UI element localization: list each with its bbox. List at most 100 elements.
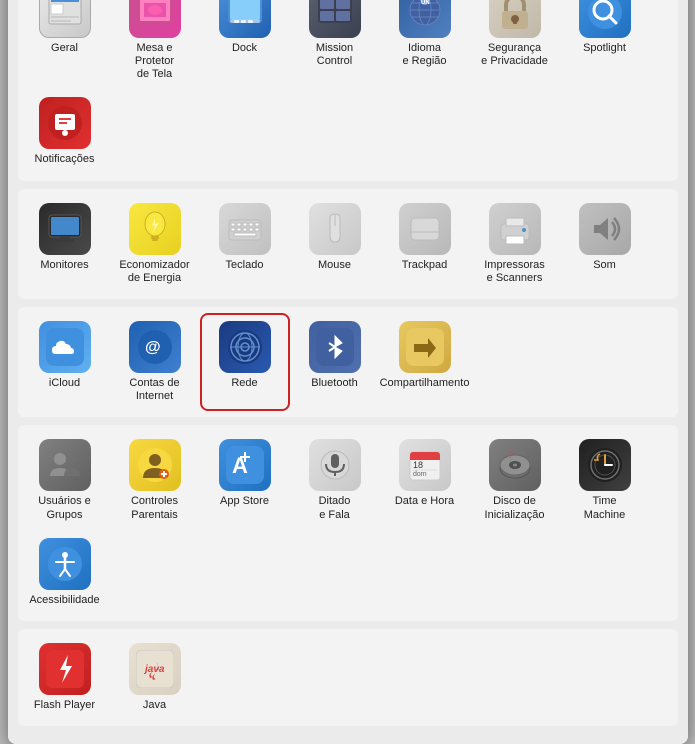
icon-controles (129, 439, 181, 491)
icon-bluetooth (309, 321, 361, 373)
icon-icloud (39, 321, 91, 373)
item-teclado[interactable]: Teclado (202, 197, 288, 291)
icon-acessibilidade (39, 538, 91, 590)
item-mesa[interactable]: Mesa e Protetorde Tela (112, 0, 198, 87)
section3-grid: iCloud @ Contas deInternet (22, 315, 674, 409)
system-preferences-window: Preferências do Sistema ◀ ▶ Mostrar Tudo… (8, 0, 688, 744)
icon-mesa (129, 0, 181, 38)
section2-grid: Monitores Economizadorde Energia (22, 197, 674, 291)
icon-monitores (39, 203, 91, 255)
item-impressoras[interactable]: Impressorase Scanners (472, 197, 558, 291)
label-data: Data e Hora (395, 495, 454, 508)
icon-contas: @ (129, 321, 181, 373)
section-network: iCloud @ Contas deInternet (18, 307, 678, 417)
icon-notificacoes (39, 97, 91, 149)
item-rede[interactable]: Rede (202, 315, 288, 409)
icon-compartilhamento (399, 321, 451, 373)
label-mouse: Mouse (318, 259, 351, 272)
icon-data: 18 dom (399, 439, 451, 491)
section-system: Usuários eGrupos Control (18, 425, 678, 621)
icon-disco: ? (489, 439, 541, 491)
icon-geral (39, 0, 91, 38)
label-mesa: Mesa e Protetorde Tela (116, 42, 194, 82)
icon-java: java (129, 643, 181, 695)
label-rede: Rede (231, 377, 257, 390)
label-notificacoes: Notificações (35, 153, 95, 166)
item-geral[interactable]: Geral (22, 0, 108, 87)
icon-rede (219, 321, 271, 373)
icon-mouse (309, 203, 361, 255)
label-java: Java (143, 699, 166, 712)
label-trackpad: Trackpad (402, 259, 447, 272)
icon-spotlight (579, 0, 631, 38)
item-economizador[interactable]: Economizadorde Energia (112, 197, 198, 291)
label-compartilhamento: Compartilhamento (380, 377, 470, 390)
item-compartilhamento[interactable]: Compartilhamento (382, 315, 468, 409)
item-som[interactable]: Som (562, 197, 648, 291)
item-trackpad[interactable]: Trackpad (382, 197, 468, 291)
item-dock[interactable]: Dock (202, 0, 288, 87)
icon-teclado (219, 203, 271, 255)
item-acessibilidade[interactable]: Acessibilidade (22, 532, 108, 613)
section4-grid: Usuários eGrupos Control (22, 433, 674, 613)
label-economizador: Economizadorde Energia (119, 259, 189, 285)
item-mission[interactable]: MissionControl (292, 0, 378, 87)
label-contas: Contas deInternet (129, 377, 179, 403)
icon-dock (219, 0, 271, 38)
item-disco[interactable]: ? Disco deInicialização (472, 433, 558, 527)
icon-seguranca (489, 0, 541, 38)
label-icloud: iCloud (49, 377, 80, 390)
item-monitores[interactable]: Monitores (22, 197, 108, 291)
label-flash: Flash Player (34, 699, 95, 712)
section1-grid: Geral Mesa e Protetorde Tela (22, 0, 674, 173)
icon-impressoras (489, 203, 541, 255)
label-dock: Dock (232, 42, 257, 55)
icon-mission (309, 0, 361, 38)
item-ditado[interactable]: Ditadoe Fala (292, 433, 378, 527)
label-geral: Geral (51, 42, 78, 55)
item-appstore[interactable]: A App Store (202, 433, 288, 527)
label-idioma: Idiomae Região (402, 42, 446, 68)
label-mission: MissionControl (316, 42, 353, 68)
item-usuarios[interactable]: Usuários eGrupos (22, 433, 108, 527)
label-usuarios: Usuários eGrupos (38, 495, 91, 521)
label-seguranca: Segurançae Privacidade (481, 42, 548, 68)
item-idioma[interactable]: UN Idiomae Região (382, 0, 468, 87)
icon-trackpad (399, 203, 451, 255)
item-java[interactable]: java Java (112, 637, 198, 718)
section-hardware: Monitores Economizadorde Energia (18, 189, 678, 299)
icon-economizador (129, 203, 181, 255)
label-disco: Disco deInicialização (485, 495, 545, 521)
item-time[interactable]: TimeMachine (562, 433, 648, 527)
item-contas[interactable]: @ Contas deInternet (112, 315, 198, 409)
content-area: Geral Mesa e Protetorde Tela (8, 0, 688, 744)
label-teclado: Teclado (226, 259, 264, 272)
svg-text:UN: UN (421, 0, 430, 6)
item-flash[interactable]: Flash Player (22, 637, 108, 718)
label-monitores: Monitores (40, 259, 88, 272)
icon-time (579, 439, 631, 491)
section-personal: Geral Mesa e Protetorde Tela (18, 0, 678, 181)
label-acessibilidade: Acessibilidade (29, 594, 99, 607)
svg-text:java: java (143, 664, 165, 675)
icon-flash (39, 643, 91, 695)
svg-text:@: @ (145, 339, 161, 356)
item-notificacoes[interactable]: Notificações (22, 91, 108, 172)
item-controles[interactable]: ControlesParentais (112, 433, 198, 527)
label-spotlight: Spotlight (583, 42, 626, 55)
item-spotlight[interactable]: Spotlight (562, 0, 648, 87)
item-mouse[interactable]: Mouse (292, 197, 378, 291)
item-seguranca[interactable]: Segurançae Privacidade (472, 0, 558, 87)
item-bluetooth[interactable]: Bluetooth (292, 315, 378, 409)
svg-text:?: ? (508, 450, 513, 460)
label-controles: ControlesParentais (131, 495, 178, 521)
item-data[interactable]: 18 dom Data e Hora (382, 433, 468, 527)
label-bluetooth: Bluetooth (311, 377, 357, 390)
icon-usuarios (39, 439, 91, 491)
section-other: Flash Player java Java (18, 629, 678, 726)
label-impressoras: Impressorase Scanners (484, 259, 545, 285)
icon-idioma: UN (399, 0, 451, 38)
svg-text:18: 18 (413, 460, 423, 470)
label-som: Som (593, 259, 616, 272)
item-icloud[interactable]: iCloud (22, 315, 108, 409)
